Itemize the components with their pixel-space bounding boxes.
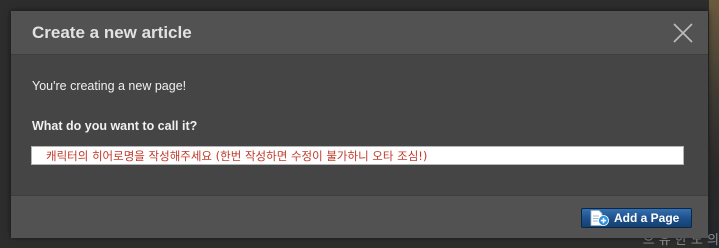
dialog-header: Create a new article [11,11,708,55]
add-page-icon [590,210,609,226]
dialog-title: Create a new article [32,23,192,42]
close-button[interactable] [672,22,694,44]
create-article-dialog: Create a new article You're creating a n… [11,11,708,238]
dialog-intro-text: You're creating a new page! [32,79,187,93]
background-image-strip [709,0,719,248]
add-page-button-label: Add a Page [614,211,680,225]
dialog-footer: Add a Page [11,195,708,238]
page-name-label: What do you want to call it? [32,119,198,133]
close-icon [673,23,693,43]
page-name-input[interactable] [31,146,684,165]
add-page-button[interactable]: Add a Page [581,208,692,228]
